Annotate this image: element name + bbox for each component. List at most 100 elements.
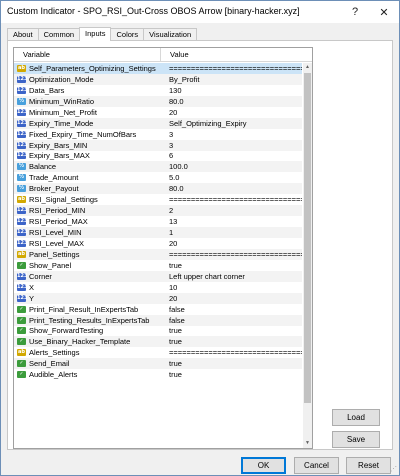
input-row[interactable]: ✓ Print_Final_Result_InExpertsTab false [14, 304, 302, 315]
variable-value[interactable]: 100.0 [163, 162, 302, 171]
variable-value[interactable]: ======================================= [163, 64, 302, 73]
save-button[interactable]: Save [332, 431, 380, 448]
column-header-variable[interactable]: Variable [14, 48, 161, 62]
ok-button[interactable]: OK [241, 457, 286, 474]
int-icon: 123 [17, 229, 28, 237]
variable-value[interactable]: false [163, 316, 302, 325]
int-icon: 123 [17, 294, 28, 302]
variable-value[interactable]: Self_Optimizing_Expiry [163, 119, 302, 128]
variable-name: Panel_Settings [29, 249, 80, 259]
input-row[interactable]: ½ Trade_Amount 5.0 [14, 172, 302, 183]
variable-value[interactable]: 20 [163, 294, 302, 303]
input-row[interactable]: 123 Expiry_Bars_MIN 3 [14, 139, 302, 151]
input-row[interactable]: ab Alerts_Settings =======================… [14, 347, 302, 358]
variable-value[interactable]: ======================================= [163, 250, 302, 259]
variable-value[interactable]: 80.0 [163, 97, 302, 106]
variable-value[interactable]: ======================================= [163, 348, 302, 357]
input-row[interactable]: ✓ Show_Panel true [14, 260, 302, 271]
variable-value[interactable]: 3 [163, 130, 302, 139]
scroll-up-arrow-icon[interactable]: ▲ [303, 63, 312, 72]
variable-value[interactable]: 10 [163, 283, 302, 292]
input-row[interactable]: 123 X 10 [14, 282, 302, 293]
input-row[interactable]: 123 RSI_Period_MAX 13 [14, 216, 302, 227]
variable-name: Send_Email [29, 359, 70, 369]
input-row[interactable]: ✓ Use_Binary_Hacker_Template true [14, 336, 302, 348]
input-row[interactable]: ½ Balance 100.0 [14, 161, 302, 173]
inputs-grid: Variable Value ab Self_Parameters_Optimiz… [13, 47, 313, 449]
close-button[interactable]: ✕ [370, 1, 398, 23]
reset-button[interactable]: Reset [346, 457, 391, 474]
variable-value[interactable]: Left upper chart corner [163, 272, 302, 281]
variable-name: Corner [29, 271, 52, 281]
variable-name: RSI_Level_MIN [29, 228, 82, 238]
bool-icon: ✓ [17, 316, 26, 324]
input-row[interactable]: 123 Corner Left upper chart corner [14, 270, 302, 282]
bool-icon: ✓ [17, 261, 26, 269]
input-row[interactable]: ½ Broker_Payout 80.0 [14, 183, 302, 195]
variable-value[interactable]: ======================================= [163, 195, 302, 204]
variable-name: Expiry_Bars_MIN [29, 140, 88, 150]
variable-value[interactable]: 13 [163, 217, 302, 226]
variable-name: Broker_Payout [29, 184, 79, 194]
string-icon: ab [17, 196, 26, 204]
variable-value[interactable]: 20 [163, 239, 302, 248]
input-row[interactable]: 123 Minimum_Net_Profit 20 [14, 107, 302, 118]
input-row[interactable]: ✓ Show_ForwardTesting true [14, 326, 302, 337]
indicator-dialog: Custom Indicator - SPO_RSI_Out-Cross OBO… [0, 0, 400, 476]
input-row[interactable]: 123 Optimization_Mode By_Profit [14, 73, 302, 85]
variable-value[interactable]: 2 [163, 206, 302, 215]
int-icon: 123 [17, 207, 28, 215]
int-icon: 123 [17, 283, 28, 291]
vertical-scrollbar[interactable]: ▲ ▼ [303, 63, 312, 448]
variable-name: Expiry_Bars_MAX [29, 151, 90, 161]
variable-value[interactable]: 1 [163, 228, 302, 237]
variable-value[interactable]: true [163, 359, 302, 368]
resize-grip-icon[interactable]: ⋰ [390, 465, 397, 473]
input-row[interactable]: 123 RSI_Level_MAX 20 [14, 238, 302, 249]
variable-value[interactable]: 5.0 [163, 173, 302, 182]
input-row[interactable]: 123 RSI_Level_MIN 1 [14, 227, 302, 238]
help-button[interactable]: ? [341, 1, 369, 23]
string-icon: ab [17, 349, 26, 357]
variable-value[interactable]: true [163, 337, 302, 346]
int-icon: 123 [17, 152, 28, 160]
input-row[interactable]: ab Panel_Settings ========================… [14, 248, 302, 260]
input-row[interactable]: ab RSI_Signal_Settings ===================… [14, 194, 302, 205]
variable-value[interactable]: true [163, 370, 302, 379]
input-row[interactable]: 123 Data_Bars 130 [14, 85, 302, 96]
variable-name: Show_ForwardTesting [29, 326, 104, 336]
input-row[interactable]: 123 Expiry_Bars_MAX 6 [14, 151, 302, 162]
scroll-thumb[interactable] [304, 73, 311, 403]
int-icon: 123 [17, 86, 28, 94]
variable-value[interactable]: 3 [163, 141, 302, 150]
variable-name: Minimum_WinRatio [29, 96, 95, 106]
variable-name: Balance [29, 162, 57, 172]
scroll-down-arrow-icon[interactable]: ▼ [303, 439, 312, 448]
variable-value[interactable]: 130 [163, 86, 302, 95]
input-row[interactable]: 123 Expiry_Time_Mode Self_Optimizing_Expir… [14, 117, 302, 129]
cancel-button[interactable]: Cancel [294, 457, 339, 474]
variable-value[interactable]: true [163, 261, 302, 270]
string-icon: ab [17, 250, 26, 258]
variable-value[interactable]: 6 [163, 151, 302, 160]
input-row[interactable]: ✓ Audible_Alerts true [14, 369, 302, 380]
input-row[interactable]: ½ Minimum_WinRatio 80.0 [14, 95, 302, 107]
column-header-value[interactable]: Value [161, 48, 312, 62]
variable-value[interactable]: 80.0 [163, 184, 302, 193]
load-button[interactable]: Load [332, 409, 380, 426]
input-row[interactable]: ✓ Send_Email true [14, 358, 302, 370]
bool-icon: ✓ [17, 360, 26, 368]
input-row[interactable]: 123 RSI_Period_MIN 2 [14, 205, 302, 217]
variable-value[interactable]: false [163, 305, 302, 314]
input-row[interactable]: 123 Fixed_Expiry_Time_NumOfBars 3 [14, 129, 302, 140]
tab-inputs[interactable]: Inputs [79, 27, 112, 41]
input-row[interactable]: ✓ Print_Testing_Results_InExpertsTab false [14, 314, 302, 326]
tab-strip: About Common Inputs Colors Visualization [7, 27, 198, 41]
variable-name: Trade_Amount [29, 173, 79, 183]
variable-value[interactable]: true [163, 326, 302, 335]
variable-value[interactable]: 20 [163, 108, 302, 117]
variable-name: Print_Testing_Results_InExpertsTab [29, 315, 150, 325]
variable-value[interactable]: By_Profit [163, 75, 302, 84]
input-row[interactable]: 123 Y 20 [14, 292, 302, 304]
input-row[interactable]: ab Self_Parameters_Optimizing_Settings ===… [14, 63, 302, 74]
